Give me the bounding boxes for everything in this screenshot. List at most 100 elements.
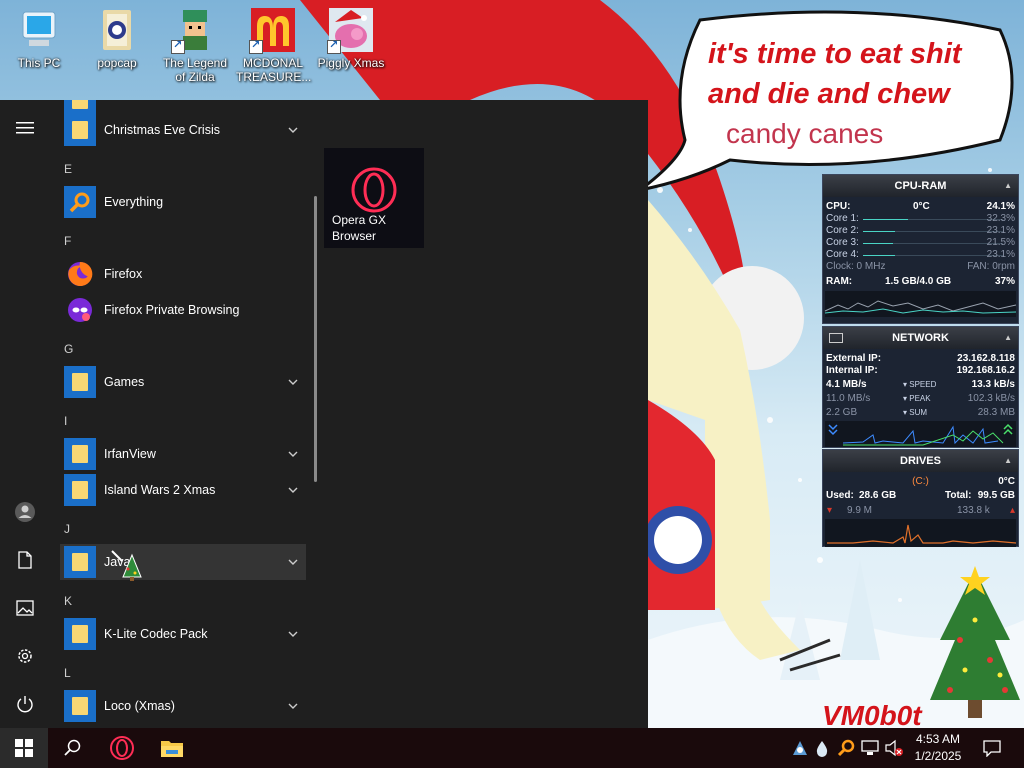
app-name: IrfanView	[104, 447, 156, 461]
collapse-caret-icon[interactable]: ▲	[1004, 327, 1012, 349]
desktop-icon-label: MCDONAL TREASURE...	[236, 56, 312, 84]
app-name: Loco (Xmas)	[104, 699, 175, 713]
app-list-item-games[interactable]: Games	[60, 364, 306, 400]
documents-icon[interactable]	[0, 538, 50, 582]
core-label: Core 2:	[826, 225, 859, 236]
app-list-item-k-lite-codec-pack[interactable]: K-Lite Codec Pack	[60, 616, 306, 652]
widget-title: DRIVES ▲	[823, 450, 1018, 472]
app-list-item-everything[interactable]: Everything	[60, 184, 306, 220]
section-letter[interactable]: F	[64, 234, 71, 248]
folder-icon	[64, 366, 96, 398]
computer-icon	[15, 6, 63, 54]
peak-up: 102.3 kB/s	[967, 393, 1015, 404]
folder-icon	[64, 618, 96, 650]
core-row: Core 2: 23.1%	[823, 225, 1018, 237]
tile-label: Opera GX Browser	[332, 213, 387, 243]
settings-icon[interactable]	[0, 634, 50, 678]
sum-down: 2.2 GB	[826, 407, 858, 418]
section-letter[interactable]: E	[64, 162, 72, 176]
cpu-percent: 24.1%	[986, 201, 1015, 212]
external-ip: 23.162.8.118	[957, 353, 1015, 364]
widget-title-text: NETWORK	[892, 332, 949, 344]
hamburger-menu-icon[interactable]	[0, 106, 50, 150]
chevron-down-icon[interactable]	[286, 555, 300, 569]
shortcut-arrow-icon	[327, 38, 341, 54]
section-letter[interactable]: L	[64, 666, 71, 680]
core-row: Core 4: 23.1%	[823, 249, 1018, 261]
chevron-down-icon[interactable]	[286, 627, 300, 641]
watermark-text: VM0b0t	[822, 700, 922, 728]
core-bar	[863, 255, 895, 256]
search-button[interactable]	[48, 728, 96, 768]
app-name: Island Wars 2 Xmas	[104, 483, 216, 497]
app-list-item-christmas-eve-crisis[interactable]: Christmas Eve Crisis	[60, 112, 306, 148]
speech-line: it's time to eat shit	[708, 38, 962, 70]
core-label: Core 3:	[826, 237, 859, 248]
file-explorer-icon	[161, 741, 183, 757]
app-list-item-firefox-private[interactable]: Firefox Private Browsing	[60, 292, 306, 328]
section-letter[interactable]: K	[64, 594, 72, 608]
network-icon[interactable]	[860, 738, 880, 758]
sum-label: ▾ SUM	[903, 408, 928, 417]
write-speed: 133.8 k	[957, 505, 990, 516]
mouse-cursor-icon	[111, 550, 142, 581]
ram-label: RAM:	[826, 276, 853, 287]
app-name: Christmas Eve Crisis	[104, 123, 220, 137]
taskbar-file-explorer[interactable]	[148, 728, 196, 768]
section-letter[interactable]: G	[64, 342, 73, 356]
tile-opera-gx[interactable]: Opera GX Browser	[324, 148, 424, 248]
network-traffic-graph	[825, 421, 1016, 447]
app-name: Firefox	[104, 267, 143, 281]
used-value: 28.6 GB	[859, 490, 897, 501]
app-list-item-irfanview[interactable]: IrfanView	[60, 436, 306, 472]
chevron-down-icon[interactable]	[286, 123, 300, 137]
desktop-icon-popcap[interactable]: popcap	[80, 6, 154, 70]
opera-gx-icon	[110, 736, 134, 760]
desktop-icon-this-pc[interactable]: This PC	[2, 6, 76, 70]
shortcut-arrow-icon	[171, 38, 185, 54]
collapse-caret-icon[interactable]: ▲	[1004, 450, 1012, 472]
power-icon[interactable]	[0, 682, 50, 726]
user-avatar-icon[interactable]	[0, 490, 50, 534]
speed-label: ▾ SPEED	[903, 380, 937, 389]
collapse-caret-icon[interactable]: ▲	[1004, 175, 1012, 197]
app-list[interactable]: Christmas Eve Crisis E Everything F Fire…	[50, 100, 312, 728]
droplet-icon[interactable]	[812, 738, 832, 758]
user-network-icon[interactable]	[790, 738, 810, 758]
folder-icon	[64, 690, 96, 722]
desktop-icon-legend-of-zilda[interactable]: The Legend of Zilda	[158, 6, 232, 84]
section-letter[interactable]: I	[64, 414, 67, 428]
everything-icon	[64, 186, 96, 218]
speed-down: 4.1 MB/s	[826, 379, 867, 390]
section-letter[interactable]: J	[64, 522, 70, 536]
chevron-down-icon[interactable]	[286, 375, 300, 389]
notification-center-icon[interactable]	[982, 738, 1002, 758]
taskbar-clock[interactable]: 4:53 AM 1/2/2025	[912, 731, 964, 765]
read-arrow-icon: ▾	[827, 505, 833, 516]
everything-tray-icon[interactable]	[836, 738, 856, 758]
core-bar	[863, 231, 895, 232]
app-list-item-loco-xmas[interactable]: Loco (Xmas)	[60, 688, 306, 724]
start-button[interactable]	[0, 728, 48, 768]
total-label: Total:	[945, 490, 972, 501]
taskbar-opera-gx[interactable]	[98, 728, 146, 768]
app-list-item-firefox[interactable]: Firefox	[60, 256, 306, 292]
chevron-down-icon[interactable]	[286, 699, 300, 713]
app-list-item-island-wars-2-xmas[interactable]: Island Wars 2 Xmas	[60, 472, 306, 508]
desktop-icon-piggly-xmas[interactable]: Piggly Xmas	[314, 6, 388, 70]
app-list-scrollbar[interactable]	[314, 196, 317, 482]
windows-start-icon	[15, 739, 33, 757]
chevron-down-icon[interactable]	[286, 483, 300, 497]
chevron-down-icon[interactable]	[286, 447, 300, 461]
app-list-item-java[interactable]: Java	[60, 544, 306, 580]
read-speed: 9.9 M	[847, 505, 873, 516]
cpu-ram-widget: CPU-RAM ▲ CPU: 0°C 24.1% Core 1: 32.3% C…	[822, 174, 1019, 324]
pictures-icon[interactable]	[0, 586, 50, 630]
volume-muted-icon[interactable]	[884, 738, 904, 758]
desktop-icon-mcdonal-treasure[interactable]: MCDONAL TREASURE...	[236, 6, 312, 84]
piggly-shortcut-icon	[327, 6, 375, 54]
folder-icon	[64, 474, 96, 506]
app-name: Everything	[104, 195, 164, 209]
network-widget: NETWORK ▲ External IP: 23.162.8.118 Inte…	[822, 326, 1019, 448]
core-value: 32.3%	[986, 213, 1015, 224]
